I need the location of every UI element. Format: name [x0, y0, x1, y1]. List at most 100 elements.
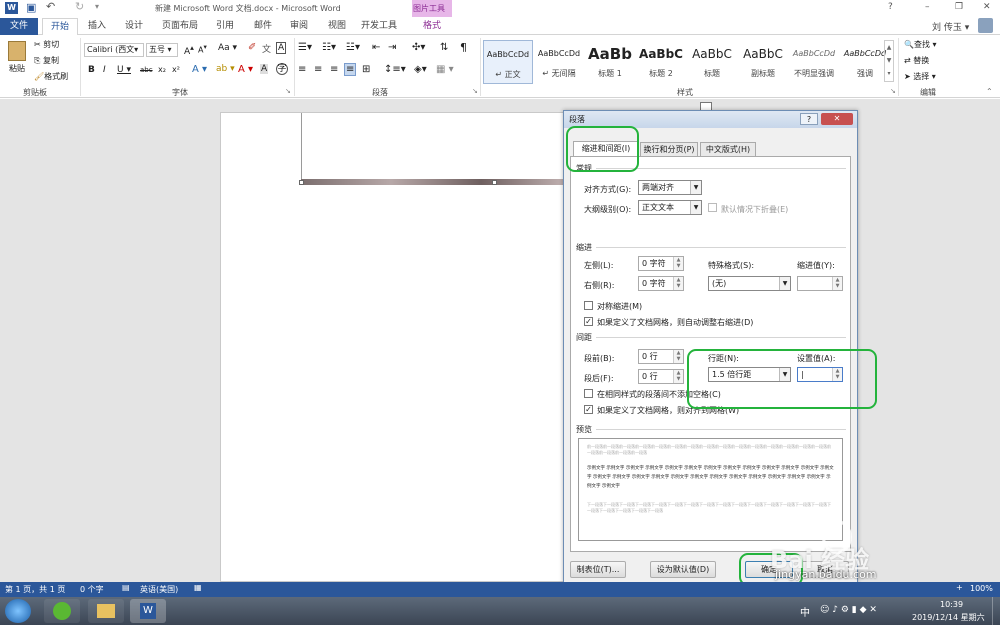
help-button[interactable]: ? [888, 2, 893, 12]
tab-references[interactable]: 引用 [208, 18, 242, 35]
user-name[interactable]: 刘 传玉 ▾ [932, 20, 969, 33]
no-space-same-style-checkbox[interactable] [584, 389, 593, 398]
decrease-indent-icon[interactable]: ⇤ [372, 42, 380, 53]
cut-button[interactable]: ✂ 剪切 [34, 39, 59, 50]
style-heading-2[interactable]: AaBbC 标题 2 [636, 40, 686, 84]
collapse-checkbox[interactable] [708, 203, 717, 212]
tab-page-layout[interactable]: 页面布局 [156, 18, 204, 35]
line-spacing-icon[interactable]: ↕≡▾ [384, 64, 406, 75]
show-desktop-button[interactable] [992, 597, 1000, 625]
tab-design[interactable]: 设计 [116, 18, 152, 35]
tab-format[interactable]: 格式 [412, 18, 452, 35]
tab-insert[interactable]: 插入 [80, 18, 114, 35]
spin-arrows-icon[interactable]: ▲ ▼ [673, 277, 683, 290]
spin-arrows-icon[interactable]: ▲ ▼ [673, 257, 683, 270]
tabs-button[interactable]: 制表位(T)... [570, 561, 626, 578]
align-right-icon[interactable]: ≡ [330, 64, 338, 75]
zoom-plus-icon[interactable]: + [956, 583, 963, 592]
word-taskbar-icon[interactable]: W [130, 599, 166, 623]
auto-adjust-checkbox[interactable]: ✓ [584, 317, 593, 326]
tab-review[interactable]: 审阅 [284, 18, 314, 35]
clock-date[interactable]: 2019/12/14 星期六 [912, 612, 985, 623]
indent-left-spinner[interactable]: 0 字符 ▲ ▼ [638, 256, 684, 271]
style-title[interactable]: AaBbC 标题 [687, 40, 737, 84]
dialog-close-button[interactable]: ✕ [821, 113, 853, 125]
resize-handle[interactable] [492, 180, 497, 185]
bold-icon[interactable]: B [88, 65, 95, 75]
superscript-icon[interactable]: x² [172, 65, 180, 74]
distributed-icon[interactable]: ⊞ [362, 64, 370, 75]
style-emphasis[interactable]: AaBbCcDd 强调 [840, 40, 890, 84]
tab-view[interactable]: 视图 [322, 18, 352, 35]
text-effects-icon[interactable]: A ▾ [192, 64, 207, 75]
picture-frame[interactable] [301, 113, 571, 185]
change-case-icon[interactable]: Aa ▾ [218, 43, 237, 53]
align-center-icon[interactable]: ≡ [314, 64, 322, 75]
phonetic-guide-icon[interactable]: 文 [262, 42, 271, 55]
highlight-icon[interactable]: ab ▾ [216, 64, 235, 74]
ime-indicator[interactable]: 中 [800, 604, 810, 619]
proofing-icon[interactable]: ▤ [122, 583, 130, 592]
find-button[interactable]: 🔍查找 ▾ [904, 39, 937, 50]
style-subtle-emphasis[interactable]: AaBbCcDd 不明显强调 [789, 40, 839, 84]
macro-record-icon[interactable]: ▦ [194, 583, 202, 592]
indent-by-spinner[interactable]: ▲ ▼ [797, 276, 843, 291]
picture-strip[interactable] [301, 179, 571, 185]
special-format-select[interactable]: (无) ▼ [708, 276, 791, 291]
ie-taskbar-icon[interactable] [44, 599, 80, 623]
explorer-taskbar-icon[interactable] [88, 599, 124, 623]
tab-file[interactable]: 文件 [0, 18, 38, 35]
font-name-select[interactable]: Calibri (西文▾ [84, 43, 144, 57]
space-after-spinner[interactable]: 0 行 ▲ ▼ [638, 369, 684, 384]
tray-icons[interactable]: ☺ ♪ ⚙ ▮ ◆ ✕ [820, 605, 877, 615]
shading-icon[interactable]: ◈▾ [414, 64, 427, 75]
redo-icon[interactable]: ↻ [75, 0, 84, 13]
sort-icon[interactable]: ⇅ [440, 42, 448, 53]
word-app-icon[interactable]: W [5, 2, 18, 14]
multilevel-list-icon[interactable]: ☳▾ [346, 42, 360, 53]
tab-line-page-breaks[interactable]: 换行和分页(P) [640, 142, 698, 157]
char-shading-icon[interactable]: A [260, 64, 269, 74]
italic-icon[interactable]: I [103, 65, 106, 75]
spin-arrows-icon[interactable]: ▲ ▼ [673, 370, 683, 383]
indent-right-spinner[interactable]: 0 字符 ▲ ▼ [638, 276, 684, 291]
user-avatar[interactable] [978, 18, 993, 33]
style-normal[interactable]: AaBbCcDd ↵ 正文 [483, 40, 533, 84]
style-no-spacing[interactable]: AaBbCcDd ↵ 无间隔 [534, 40, 584, 84]
underline-icon[interactable]: U ▾ [117, 65, 131, 75]
zoom-level[interactable]: 100% [970, 584, 993, 593]
grow-font-icon[interactable]: A▴ [184, 43, 194, 57]
outline-level-select[interactable]: 正文文本 ▼ [638, 200, 702, 215]
tab-developer[interactable]: 开发工具 [356, 18, 402, 35]
save-icon[interactable]: ▣ [26, 1, 36, 14]
collapse-ribbon-icon[interactable]: ⌃ [986, 87, 993, 96]
font-dialog-launcher-icon[interactable]: ↘ [285, 87, 291, 95]
increase-indent-icon[interactable]: ⇥ [388, 42, 396, 53]
borders-icon[interactable]: ▦ ▾ [436, 64, 454, 75]
clear-format-icon[interactable]: ✐ [248, 42, 256, 53]
qat-customize-icon[interactable]: ▾ [95, 2, 99, 11]
close-button[interactable]: ✕ [983, 2, 991, 12]
start-button[interactable] [5, 599, 31, 623]
undo-icon[interactable]: ↶ [46, 0, 55, 13]
spin-arrows-icon[interactable]: ▲ ▼ [832, 277, 842, 290]
char-border-icon[interactable]: A [276, 42, 287, 54]
mirror-indent-checkbox[interactable] [584, 301, 593, 310]
paste-button[interactable]: 粘贴 [4, 39, 30, 81]
align-left-icon[interactable]: ≡ [298, 64, 306, 75]
styles-scroll[interactable]: ▲ ▼ ▾ [884, 40, 894, 82]
minimize-button[interactable]: – [925, 2, 930, 12]
tab-home[interactable]: 开始 [42, 18, 78, 35]
numbering-icon[interactable]: ☷▾ [322, 42, 336, 53]
page-count[interactable]: 第 1 页，共 1 页 [5, 584, 65, 595]
select-button[interactable]: ➤ 选择 ▾ [904, 71, 936, 82]
format-painter-button[interactable]: 🖌格式刷 [34, 71, 68, 82]
shrink-font-icon[interactable]: A▾ [198, 43, 207, 55]
dialog-help-button[interactable]: ? [800, 113, 818, 125]
font-color-icon[interactable]: A ▾ [238, 64, 253, 75]
strikethrough-icon[interactable]: abc [140, 66, 153, 74]
space-before-spinner[interactable]: 0 行 ▲ ▼ [638, 349, 684, 364]
font-size-select[interactable]: 五号 ▾ [146, 43, 178, 57]
paragraph-dialog-launcher-icon[interactable]: ↘ [472, 87, 478, 95]
tab-asian-typography[interactable]: 中文版式(H) [700, 142, 756, 157]
